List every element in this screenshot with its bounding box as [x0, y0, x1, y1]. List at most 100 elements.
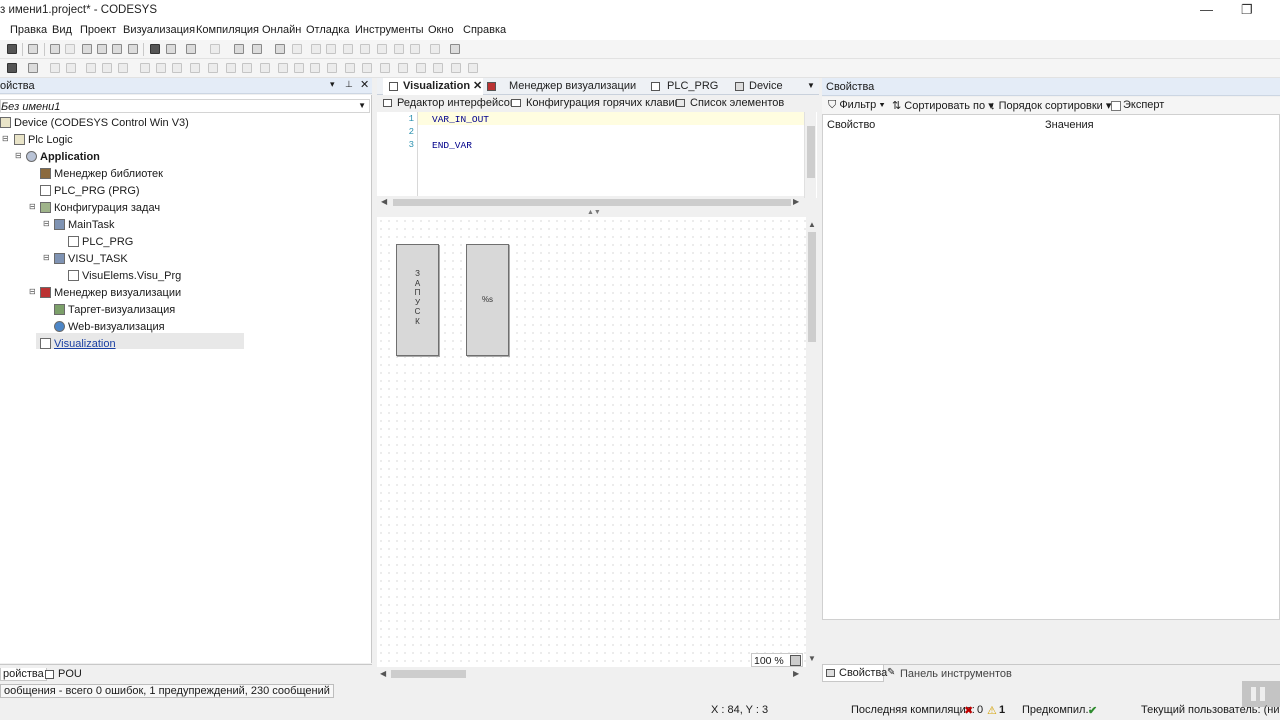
declaration-scrollbar-v[interactable] — [804, 112, 816, 198]
text-button-element[interactable]: %s — [466, 244, 509, 356]
scroll-thumb[interactable] — [807, 126, 815, 178]
open-folder-icon[interactable] — [234, 44, 244, 54]
undo-icon[interactable] — [50, 44, 60, 54]
sort-order-button[interactable]: ↓ Порядок сортировки ▾ — [990, 99, 1111, 112]
frame-select-icon[interactable] — [416, 63, 426, 73]
collapse-icon[interactable]: ⊟ — [29, 202, 36, 211]
collapse-icon[interactable]: ⊟ — [43, 219, 50, 228]
subtab-hotkeys[interactable]: Конфигурация горячих клавиш — [526, 97, 683, 109]
sort-by-button[interactable]: ⇅ Сортировать по ▾ — [892, 99, 994, 112]
tab-toolbox[interactable]: Панель инструментов — [900, 668, 1012, 680]
logout-icon[interactable] — [292, 44, 302, 54]
subtab-element-list[interactable]: Список элементов — [690, 97, 784, 109]
save-icon[interactable] — [7, 44, 17, 54]
force-values-icon[interactable] — [430, 44, 440, 54]
align-center-icon[interactable] — [118, 63, 128, 73]
editor-splitter[interactable]: ▲▼ — [377, 209, 817, 217]
group-icon[interactable] — [310, 63, 320, 73]
panel-menu-icon[interactable]: ▾ — [330, 79, 335, 90]
subtab-interface-editor[interactable]: Редактор интерфейсов — [397, 97, 516, 109]
expert-checkbox[interactable] — [1111, 101, 1121, 111]
messages-tab[interactable]: ообщения - всего 0 ошибок, 1 предупрежде… — [0, 684, 334, 698]
tree-item-visuelems[interactable]: VisuElems.Visu_Prg — [68, 268, 181, 284]
scroll-right-icon[interactable]: ▶ — [793, 197, 799, 206]
bookmark-icon[interactable] — [186, 44, 196, 54]
replace-icon[interactable] — [166, 44, 176, 54]
minimize-button[interactable]: — — [1200, 2, 1213, 17]
same-size-icon[interactable] — [172, 63, 182, 73]
tree-item-visualization[interactable]: Visualization — [40, 336, 116, 352]
scroll-left-icon[interactable]: ◀ — [380, 669, 386, 678]
collapse-icon[interactable]: ⊟ — [2, 134, 9, 143]
scroll-thumb[interactable] — [391, 670, 466, 678]
scroll-up-icon[interactable]: ▲ — [808, 220, 816, 229]
tree-item-plc-prg[interactable]: PLC_PRG (PRG) — [40, 183, 140, 199]
tab-visualization[interactable]: Visualization ✕ — [383, 78, 483, 95]
collapse-icon[interactable]: ⊟ — [15, 151, 22, 160]
table-icon[interactable] — [398, 63, 408, 73]
find-icon[interactable] — [150, 44, 160, 54]
copy-icon[interactable] — [97, 44, 107, 54]
declaration-scrollbar-h[interactable]: ◀ ▶ — [377, 196, 804, 208]
scroll-down-icon[interactable]: ▼ — [808, 654, 816, 663]
menu-tools[interactable]: Инструменты — [355, 24, 424, 36]
tree-item-library-manager[interactable]: Менеджер библиотек — [40, 166, 163, 182]
restore-button[interactable]: ❐ — [1241, 2, 1253, 18]
space-h-icon[interactable] — [226, 63, 236, 73]
chevron-down-icon[interactable]: ▼ — [358, 101, 366, 110]
distribute-v-icon[interactable] — [208, 63, 218, 73]
stop-icon[interactable] — [326, 44, 336, 54]
tab-pou[interactable]: POU — [58, 668, 82, 680]
tree-item-device[interactable]: Device (CODESYS Control Win V3) — [0, 115, 189, 131]
run-icon[interactable] — [311, 44, 321, 54]
menu-visualization[interactable]: Визуализация — [123, 24, 195, 36]
canvas-scrollbar-v[interactable]: ▲ ▼ — [806, 217, 818, 667]
send-back-icon[interactable] — [294, 63, 304, 73]
keyboard-icon[interactable] — [28, 63, 38, 73]
add-object-icon[interactable] — [210, 44, 220, 54]
visu-frame-icon[interactable] — [7, 63, 17, 73]
same-height-icon[interactable] — [156, 63, 166, 73]
tab-visu-manager[interactable]: Менеджер визуализации — [481, 78, 641, 95]
menu-online[interactable]: Онлайн — [262, 24, 301, 36]
menu-project[interactable]: Проект — [80, 24, 116, 36]
step-into-icon[interactable] — [360, 44, 370, 54]
scroll-left-icon[interactable]: ◀ — [381, 197, 387, 206]
toolbar-options-icon[interactable] — [450, 44, 460, 54]
build-icon[interactable] — [252, 44, 262, 54]
paste-icon[interactable] — [112, 44, 122, 54]
print-icon[interactable] — [28, 44, 38, 54]
visualization-canvas[interactable]: З А П У С К %s 100 % — [377, 217, 806, 667]
project-selector[interactable]: Без имени1 ▼ — [0, 99, 370, 113]
order-icon[interactable] — [260, 63, 270, 73]
align-bottom-icon[interactable] — [102, 63, 112, 73]
zoom-icon[interactable] — [790, 655, 801, 666]
scroll-thumb[interactable] — [393, 199, 791, 206]
tree-item-task-config[interactable]: Конфигурация задач — [40, 200, 160, 216]
collapse-icon[interactable]: ⊟ — [29, 287, 36, 296]
step-over-icon[interactable] — [343, 44, 353, 54]
move-backward-icon[interactable] — [362, 63, 372, 73]
tree-item-visu-task[interactable]: VISU_TASK — [54, 251, 128, 267]
align-top-icon[interactable] — [66, 63, 76, 73]
cut-icon[interactable] — [82, 44, 92, 54]
align-left-icon[interactable] — [50, 63, 60, 73]
splitter-grip-icon[interactable]: ▲▼ — [587, 209, 601, 216]
login-icon[interactable] — [275, 44, 285, 54]
start-button-element[interactable]: З А П У С К — [396, 244, 439, 356]
scroll-right-icon[interactable]: ▶ — [793, 669, 799, 678]
pin-icon[interactable]: ⊥ — [345, 79, 353, 90]
run-to-cursor-icon[interactable] — [394, 44, 404, 54]
align-right-icon[interactable] — [86, 63, 96, 73]
delete-icon[interactable] — [128, 44, 138, 54]
tabs-dropdown-icon[interactable]: ▼ — [807, 81, 815, 90]
canvas-scrollbar-h[interactable]: ◀ ▶ — [377, 668, 806, 680]
tree-item-visu-manager[interactable]: Менеджер визуализации — [40, 285, 181, 301]
tab-device[interactable]: Device — [729, 78, 799, 95]
tab-order-icon[interactable] — [433, 63, 443, 73]
tab-properties[interactable]: Свойства — [822, 665, 887, 682]
menu-build[interactable]: Компиляция — [196, 24, 259, 36]
tree-item-plc-prg-call[interactable]: PLC_PRG — [68, 234, 133, 250]
snap-grid-icon[interactable] — [468, 63, 478, 73]
tree-item-plc-logic[interactable]: Plc Logic — [14, 132, 73, 148]
